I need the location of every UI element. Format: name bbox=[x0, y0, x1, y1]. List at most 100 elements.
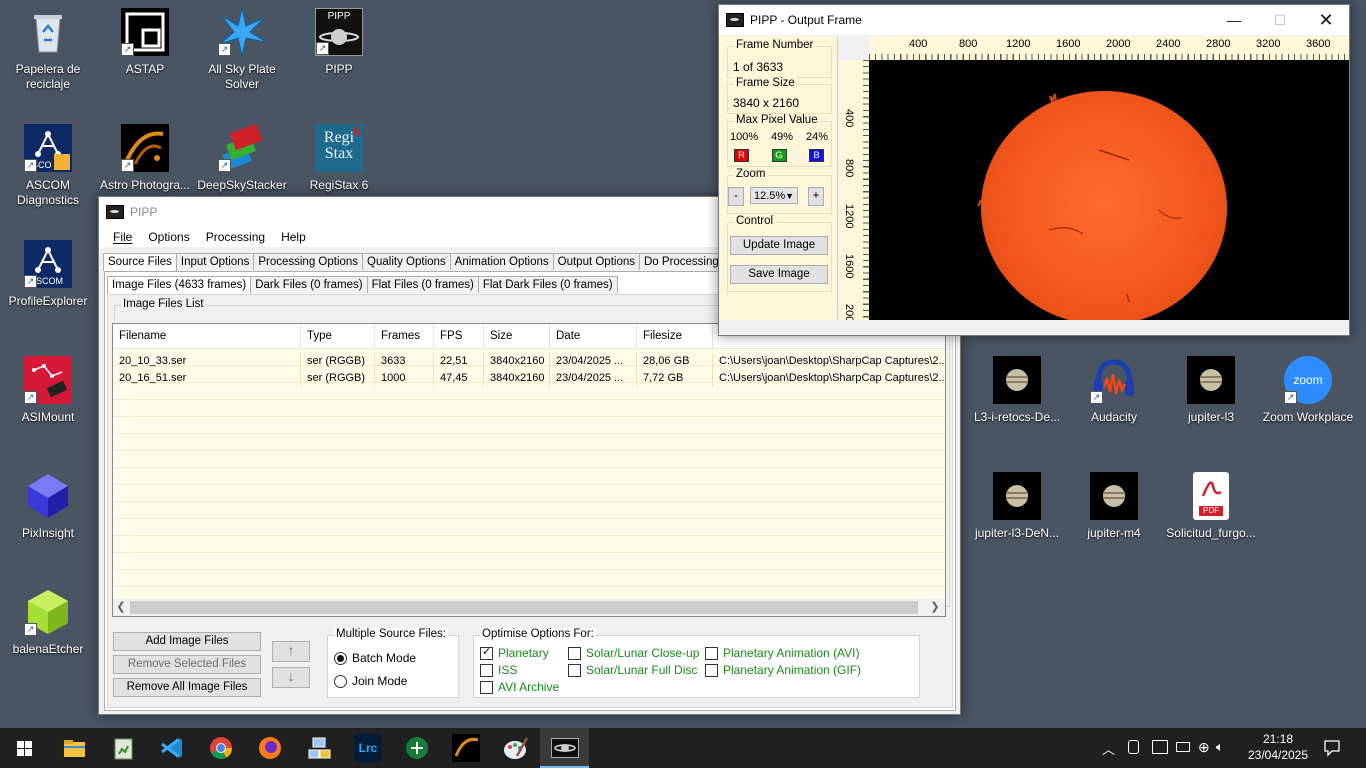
blue-channel-button[interactable]: B bbox=[809, 149, 824, 162]
menu-processing[interactable]: Processing bbox=[198, 230, 273, 244]
desktop-icon-recycle-bin[interactable]: Papelera de reciclaje bbox=[0, 8, 96, 92]
move-up-button[interactable]: ↑ bbox=[272, 641, 310, 662]
desktop-icon-ascom-diagnostics[interactable]: SCO ↗ ASCOM Diagnostics bbox=[0, 124, 96, 208]
tab-processing-options[interactable]: Processing Options bbox=[253, 253, 364, 270]
col-fps[interactable]: FPS bbox=[434, 324, 484, 348]
battery-icon[interactable] bbox=[1176, 742, 1190, 752]
image-files-table[interactable]: Filename Type Frames FPS Size Date Files… bbox=[112, 323, 946, 617]
firefox-icon[interactable] bbox=[256, 734, 284, 762]
menu-file[interactable]: File bbox=[105, 230, 140, 244]
col-type[interactable]: Type bbox=[301, 324, 375, 348]
output-image-preview[interactable] bbox=[869, 60, 1349, 320]
desktop-icon-balenaetcher[interactable]: ↗ balenaEtcher bbox=[0, 588, 96, 657]
clock[interactable]: 21:18 23/04/2025 bbox=[1238, 728, 1318, 768]
col-size[interactable]: Size bbox=[484, 324, 550, 348]
avi-archive-checkbox[interactable]: AVI Archive bbox=[480, 680, 559, 695]
tab-source-files[interactable]: Source Files bbox=[103, 253, 177, 271]
menu-options[interactable]: Options bbox=[140, 230, 197, 244]
security-icon[interactable] bbox=[1152, 740, 1168, 754]
planetary-checkbox[interactable]: ✓ Planetary bbox=[480, 646, 549, 661]
vscode-icon[interactable] bbox=[158, 734, 186, 762]
checkbox-unchecked-icon bbox=[480, 681, 493, 695]
desktop-icon-jupiter-l3-den[interactable]: jupiter-l3-DeN... bbox=[969, 472, 1065, 541]
table-row[interactable]: 20_16_51.ser ser (RGGB) 1000 47,45 3840x… bbox=[113, 370, 945, 387]
tab-input-options[interactable]: Input Options bbox=[175, 253, 255, 270]
desktop-icon-pixinsight[interactable]: PixInsight bbox=[0, 472, 96, 541]
solar-lunar-closeup-checkbox[interactable]: Solar/Lunar Close-up bbox=[568, 646, 699, 661]
tab-flat-dark-files[interactable]: Flat Dark Files (0 frames) bbox=[477, 276, 618, 293]
scrollbar-thumb[interactable] bbox=[130, 601, 918, 614]
chevron-up-icon[interactable]: ︿ bbox=[1102, 739, 1115, 758]
file-explorer-icon[interactable] bbox=[60, 734, 88, 762]
col-filesize[interactable]: Filesize bbox=[637, 324, 713, 348]
red-channel-button[interactable]: R bbox=[734, 149, 749, 162]
col-date[interactable]: Date bbox=[550, 324, 637, 348]
desktop-icon-zoom-workplace[interactable]: zoom ↗ Zoom Workplace bbox=[1260, 356, 1356, 425]
checkbox-unchecked-icon bbox=[705, 647, 718, 661]
pipp-taskbar-button[interactable] bbox=[540, 728, 589, 768]
save-image-button[interactable]: Save Image bbox=[730, 265, 828, 284]
system-tray: ︿ ⊕ 🔈︎ bbox=[1102, 728, 1228, 768]
tab-do-processing[interactable]: Do Processing bbox=[639, 253, 724, 270]
batch-mode-radio[interactable]: Batch Mode bbox=[334, 651, 416, 666]
desktop-icon-registax[interactable]: Regi Stax 6 RegiStax 6 bbox=[291, 124, 387, 193]
menu-help[interactable]: Help bbox=[273, 230, 314, 244]
desktop-icon-asimount[interactable]: ↗ ASIMount bbox=[0, 356, 96, 425]
tab-flat-files[interactable]: Flat Files (0 frames) bbox=[366, 276, 479, 293]
green-channel-button[interactable]: G bbox=[771, 149, 787, 162]
planetary-animation-gif-checkbox[interactable]: Planetary Animation (GIF) bbox=[705, 663, 861, 678]
table-row[interactable]: 20_10_33.ser ser (RGGB) 3633 22,51 3840x… bbox=[113, 353, 945, 370]
planetary-animation-avi-checkbox[interactable]: Planetary Animation (AVI) bbox=[705, 646, 860, 661]
desktop-icon-solicitud[interactable]: PDF Solicitud_furgo... bbox=[1163, 472, 1259, 541]
notepad-icon[interactable] bbox=[109, 734, 137, 762]
horizontal-scrollbar[interactable]: ❮ ❯ bbox=[113, 599, 945, 616]
col-frames[interactable]: Frames bbox=[375, 324, 434, 348]
desktop-icon-audacity[interactable]: ↗ Audacity bbox=[1066, 356, 1162, 425]
remove-all-image-files-button[interactable]: Remove All Image Files bbox=[113, 678, 261, 697]
tab-quality-options[interactable]: Quality Options bbox=[362, 253, 451, 270]
close-button[interactable]: ✕ bbox=[1303, 5, 1349, 35]
zoom-out-button[interactable]: - bbox=[728, 187, 744, 206]
ascom-profile-icon: SCOM ↗ bbox=[24, 240, 72, 288]
network-icon[interactable] bbox=[305, 734, 333, 762]
desktop-icon-all-sky-plate-solver[interactable]: ↗ All Sky Plate Solver bbox=[194, 7, 290, 92]
desktop-icon-jupiter-l3[interactable]: jupiter-l3 bbox=[1163, 356, 1259, 425]
join-mode-radio[interactable]: Join Mode bbox=[334, 674, 407, 689]
desktop-icon-profile-explorer[interactable]: SCOM ↗ ProfileExplorer bbox=[0, 240, 96, 309]
desktop-icon-astap[interactable]: ↗ ASTAP bbox=[97, 8, 193, 77]
remove-selected-files-button[interactable]: Remove Selected Files bbox=[113, 655, 261, 674]
astro-app-icon[interactable] bbox=[403, 734, 431, 762]
zoom-select[interactable]: 12.5% ▼ bbox=[750, 187, 798, 204]
col-filename[interactable]: Filename bbox=[113, 324, 301, 348]
desktop-icon-l3-i-retocs[interactable]: L3-i-retocs-De... bbox=[969, 356, 1065, 425]
iss-checkbox[interactable]: ISS bbox=[480, 663, 517, 678]
chrome-icon[interactable] bbox=[207, 734, 235, 762]
notifications-icon[interactable] bbox=[1322, 738, 1342, 758]
move-down-button[interactable]: ↓ bbox=[272, 667, 310, 688]
volume-icon[interactable]: 🔈︎ bbox=[1216, 739, 1224, 755]
update-image-button[interactable]: Update Image bbox=[730, 236, 828, 255]
lightroom-icon[interactable]: Lrc bbox=[354, 734, 382, 762]
globe-network-icon[interactable]: ⊕ bbox=[1198, 739, 1210, 756]
desktop-icon-astro-photography[interactable]: ↗ Astro Photogra... bbox=[97, 124, 193, 193]
scroll-left-icon[interactable]: ❮ bbox=[113, 600, 129, 613]
cell-size: 3840x2160 bbox=[484, 370, 550, 387]
add-image-files-button[interactable]: Add Image Files bbox=[113, 632, 261, 651]
desktop-icon-pipp[interactable]: PIPP ↗ PIPP bbox=[291, 8, 387, 77]
solar-lunar-full-disc-checkbox[interactable]: Solar/Lunar Full Disc bbox=[568, 663, 697, 678]
zoom-in-button[interactable]: + bbox=[808, 187, 824, 206]
tab-image-files[interactable]: Image Files (4633 frames) bbox=[107, 276, 252, 294]
tab-dark-files[interactable]: Dark Files (0 frames) bbox=[250, 276, 368, 293]
windows-start-icon[interactable] bbox=[11, 734, 39, 762]
paint-icon[interactable] bbox=[501, 734, 529, 762]
tab-animation-options[interactable]: Animation Options bbox=[449, 253, 554, 270]
desktop-icon-deepskystacker[interactable]: ↗ DeepSkyStacker bbox=[194, 123, 290, 193]
astro-photography-taskbar-icon[interactable] bbox=[452, 734, 480, 762]
maximize-button[interactable]: ☐ bbox=[1257, 5, 1303, 35]
scroll-right-icon[interactable]: ❯ bbox=[927, 600, 943, 613]
cell-path: C:\Users\joan\Desktop\SharpCap Captures\… bbox=[719, 372, 945, 384]
tab-output-options[interactable]: Output Options bbox=[552, 253, 640, 270]
usb-device-icon[interactable] bbox=[1128, 740, 1139, 754]
desktop-icon-jupiter-m4[interactable]: jupiter-m4 bbox=[1066, 472, 1162, 541]
minimize-button[interactable]: — bbox=[1211, 5, 1257, 35]
